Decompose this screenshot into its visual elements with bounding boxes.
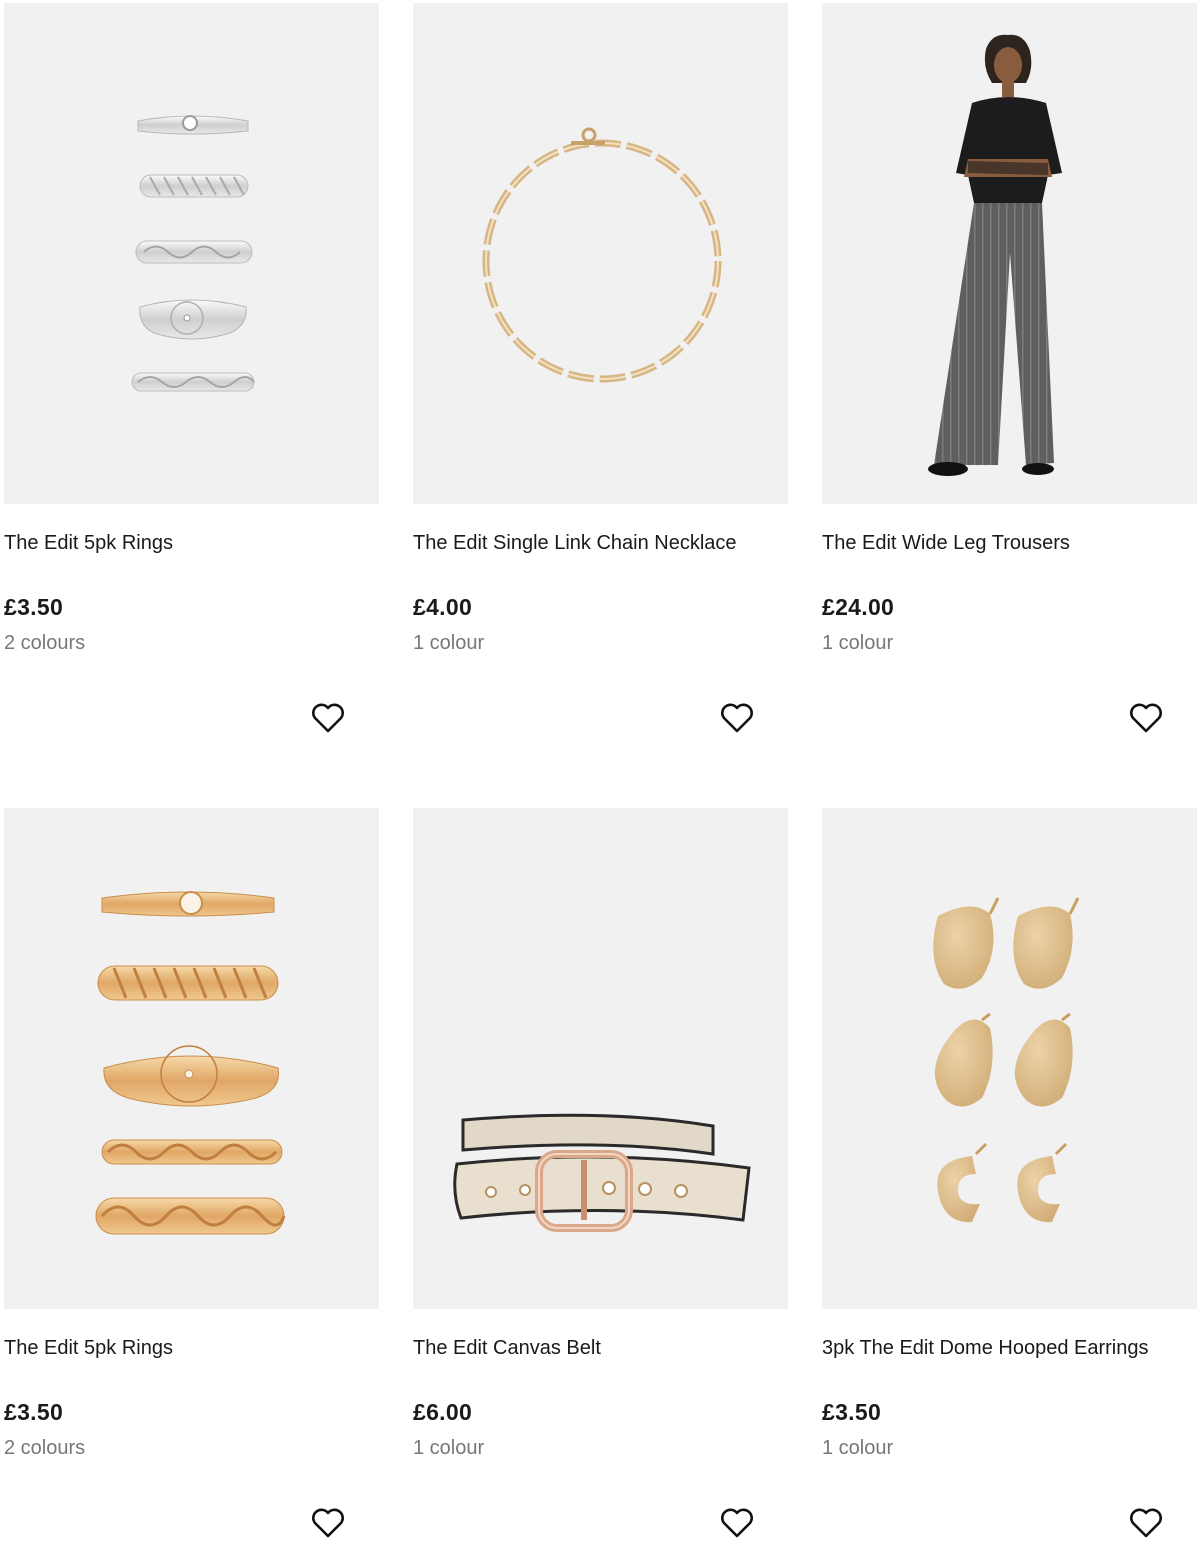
- model-wide-leg-trousers-icon: [928, 34, 1062, 476]
- product-title[interactable]: The Edit Single Link Chain Necklace: [413, 530, 737, 556]
- product-title[interactable]: The Edit Wide Leg Trousers: [822, 530, 1070, 556]
- product-title[interactable]: 3pk The Edit Dome Hooped Earrings: [822, 1335, 1148, 1361]
- wishlist-button[interactable]: [308, 1503, 348, 1543]
- canvas-belt-icon: [453, 1113, 751, 1232]
- heart-outline-icon: [1130, 1508, 1162, 1538]
- gold-chain-necklace-icon: [482, 127, 722, 383]
- wishlist-button[interactable]: [717, 1503, 757, 1543]
- heart-outline-icon: [312, 703, 344, 733]
- product-price: £6.00: [413, 1399, 473, 1425]
- heart-outline-icon: [721, 703, 753, 733]
- product-colour-count: 2 colours: [4, 1437, 86, 1459]
- heart-outline-icon: [312, 1508, 344, 1538]
- silver-rings-icon: [131, 115, 255, 392]
- product-price: £4.00: [413, 594, 473, 620]
- product-image[interactable]: [4, 808, 379, 1309]
- product-title[interactable]: The Edit 5pk Rings: [4, 1335, 173, 1361]
- product-title[interactable]: The Edit 5pk Rings: [4, 530, 173, 556]
- product-image[interactable]: [822, 3, 1197, 504]
- gold-earrings-icon: [933, 897, 1080, 1223]
- product-price: £3.50: [822, 1399, 882, 1425]
- gold-rings-icon: [95, 891, 286, 1235]
- wishlist-button[interactable]: [308, 698, 348, 738]
- wishlist-button[interactable]: [1126, 698, 1166, 738]
- heart-outline-icon: [1130, 703, 1162, 733]
- product-colour-count: 1 colour: [413, 632, 485, 654]
- heart-outline-icon: [721, 1508, 753, 1538]
- product-colour-count: 1 colour: [413, 1437, 485, 1459]
- product-price: £3.50: [4, 1399, 64, 1425]
- product-image[interactable]: [413, 3, 788, 504]
- product-image[interactable]: [4, 3, 379, 504]
- product-title[interactable]: The Edit Canvas Belt: [413, 1335, 601, 1361]
- wishlist-button[interactable]: [717, 698, 757, 738]
- product-colour-count: 2 colours: [4, 632, 86, 654]
- product-price: £24.00: [822, 594, 895, 620]
- product-colour-count: 1 colour: [822, 632, 894, 654]
- product-image[interactable]: [413, 808, 788, 1309]
- product-image[interactable]: [822, 808, 1197, 1309]
- product-price: £3.50: [4, 594, 64, 620]
- product-colour-count: 1 colour: [822, 1437, 894, 1459]
- wishlist-button[interactable]: [1126, 1503, 1166, 1543]
